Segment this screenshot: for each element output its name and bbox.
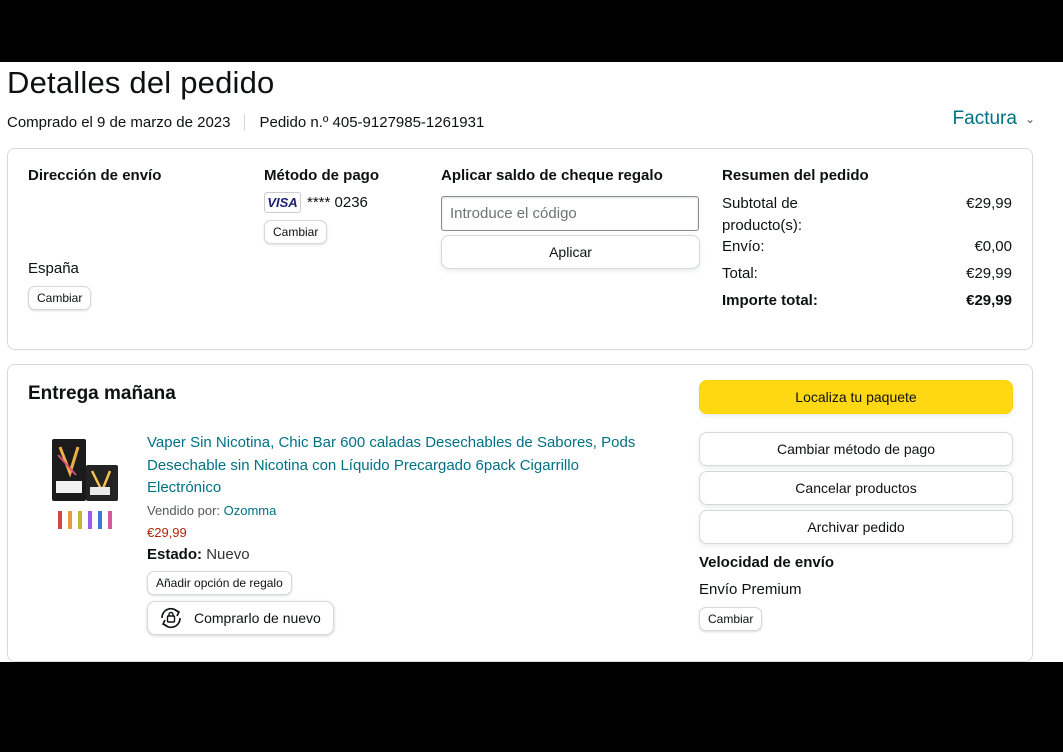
change-payment-button[interactable]: Cambiar: [264, 220, 328, 244]
product-condition: Estado: Nuevo: [147, 546, 250, 563]
archive-order-button[interactable]: Archivar pedido: [699, 510, 1013, 544]
shipping-address-heading: Dirección de envío: [28, 167, 162, 184]
add-gift-option-button[interactable]: Añadir opción de regalo: [147, 571, 292, 595]
invoice-dropdown[interactable]: Factura ⌄: [953, 108, 1035, 130]
cancel-items-button[interactable]: Cancelar productos: [699, 471, 1013, 505]
product-title-link[interactable]: Vaper Sin Nicotina, Chic Bar 600 caladas…: [147, 432, 657, 500]
product-price: €29,99: [147, 525, 187, 540]
gift-card-code-input[interactable]: Introduce el código: [441, 196, 699, 231]
subtotal-value: €29,99: [966, 195, 1012, 212]
shipping-country: España: [28, 260, 79, 277]
grand-total-value: €29,99: [966, 292, 1012, 309]
card-digits: **** 0236: [307, 194, 368, 211]
buy-again-icon: [158, 606, 184, 630]
visa-card-icon: VISA: [264, 192, 301, 213]
payment-card: VISA **** 0236: [264, 192, 368, 213]
order-details-page: Detalles del pedido Comprado el 9 de mar…: [0, 62, 1063, 662]
condition-label: Estado:: [147, 546, 203, 563]
chevron-down-icon: ⌄: [1024, 112, 1035, 126]
order-summary-heading: Resumen del pedido: [722, 167, 869, 184]
order-meta: Comprado el 9 de marzo de 2023 Pedido n.…: [7, 114, 484, 131]
invoice-label: Factura: [952, 108, 1017, 129]
condition-value: Nuevo: [206, 546, 250, 563]
buy-again-label: Comprarlo de nuevo: [194, 610, 321, 626]
shipping-cost-value: €0,00: [974, 238, 1012, 255]
grand-total-label: Importe total:: [722, 292, 818, 309]
change-shipping-speed-button[interactable]: Cambiar: [699, 607, 763, 631]
shipping-cost-label: Envío:: [722, 238, 765, 255]
apply-gift-card-button[interactable]: Aplicar: [441, 235, 700, 269]
product-image[interactable]: [48, 435, 124, 533]
sold-by: Vendido por: Ozomma: [147, 503, 276, 518]
change-payment-method-button[interactable]: Cambiar método de pago: [699, 432, 1013, 466]
page-title: Detalles del pedido: [7, 65, 275, 100]
delivery-heading: Entrega mañana: [28, 383, 176, 404]
vape-product-image: [52, 439, 118, 529]
seller-link[interactable]: Ozomma: [224, 503, 277, 518]
shipping-speed-heading: Velocidad de envío: [699, 554, 835, 571]
delivery-card: Entrega mañana Vaper Sin Nicotina, Chic …: [7, 364, 1033, 662]
order-info-card: Dirección de envío España Cambiar Método…: [7, 148, 1033, 350]
shipping-speed-value: Envío Premium: [699, 581, 802, 598]
gift-card-heading: Aplicar saldo de cheque regalo: [441, 167, 663, 184]
meta-divider: [244, 114, 246, 131]
subtotal-label: Subtotal de producto(s):: [722, 195, 803, 234]
order-number: Pedido n.º 405-9127985-1261931: [259, 114, 485, 131]
buy-again-button[interactable]: Comprarlo de nuevo: [147, 601, 334, 635]
sold-by-label: Vendido por:: [147, 503, 221, 518]
total-value: €29,99: [966, 265, 1012, 282]
payment-method-heading: Método de pago: [264, 167, 379, 184]
purchase-date: Comprado el 9 de marzo de 2023: [7, 114, 231, 131]
total-label: Total:: [722, 265, 758, 282]
track-package-button[interactable]: Localiza tu paquete: [699, 380, 1013, 414]
change-address-button[interactable]: Cambiar: [28, 286, 92, 310]
